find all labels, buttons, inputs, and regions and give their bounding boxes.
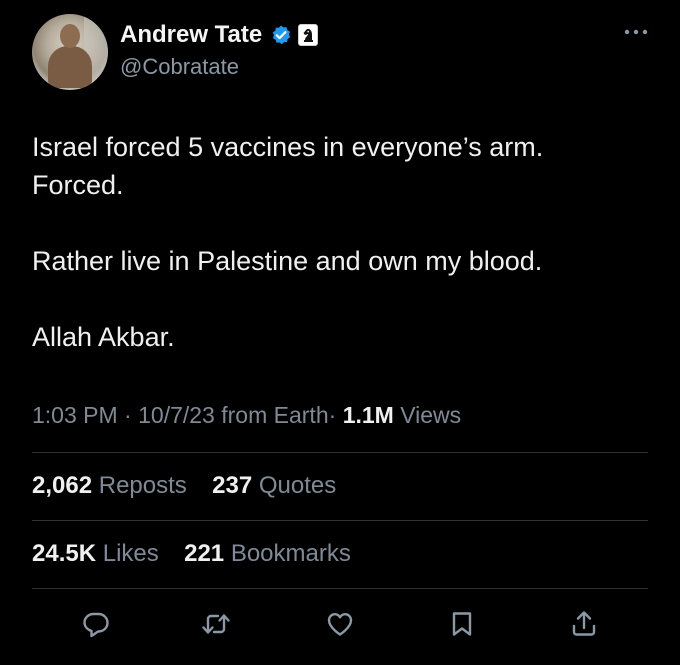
tweet-source: from Earth [221, 402, 329, 428]
tweet-paragraph: Israel forced 5 vaccines in everyone’s a… [32, 128, 642, 204]
author-name[interactable]: Andrew Tate [120, 21, 262, 49]
bookmark-button[interactable] [446, 608, 478, 640]
reply-icon [83, 612, 109, 638]
tweet-paragraph: Rather live in Palestine and own my bloo… [32, 242, 642, 280]
repost-button[interactable] [200, 608, 232, 640]
quotes-label: Quotes [258, 472, 337, 499]
quotes-count: 237 [212, 472, 253, 499]
divider [32, 588, 648, 589]
reposts-count: 2,062 [32, 472, 93, 499]
action-bar [80, 608, 600, 640]
share-button[interactable] [568, 608, 600, 640]
author-name-row: Andrew Tate [120, 20, 319, 50]
tweet-text: Israel forced 5 vaccines in everyone’s a… [32, 128, 642, 356]
author-handle[interactable]: @Cobratate [120, 54, 239, 80]
reposts-label: Reposts [98, 472, 187, 499]
tweet-line: Allah Akbar. [32, 322, 175, 352]
tweet-header: Andrew Tate @Cobratate [32, 14, 652, 90]
tweet-time[interactable]: 1:03 PM [32, 402, 118, 428]
tweet-line: Rather live in Palestine and own my bloo… [32, 246, 543, 276]
likes-link[interactable]: 24.5K Likes [32, 540, 165, 567]
quotes-link[interactable]: 237 Quotes [212, 472, 336, 499]
meta-separator: · [124, 402, 132, 428]
tweet-paragraph: Allah Akbar. [32, 318, 642, 356]
bookmark-icon [452, 612, 472, 636]
chess-knight-icon[interactable] [298, 24, 319, 46]
bookmarks-label: Bookmarks [230, 540, 351, 567]
tweet-meta: 1:03 PM · 10/7/23 from Earth· 1.1M Views [32, 402, 461, 429]
likes-count: 24.5K [32, 540, 97, 567]
repost-icon [202, 614, 230, 634]
views-label: Views [400, 402, 462, 428]
more-options-icon[interactable] [622, 26, 650, 38]
verified-badge-icon[interactable] [270, 24, 292, 46]
bookmarks-link[interactable]: 221 Bookmarks [184, 540, 351, 567]
repost-stats: 2,062 Reposts 237 Quotes [32, 472, 336, 500]
meta-separator: · [328, 402, 337, 428]
likes-label: Likes [102, 540, 159, 567]
bookmarks-count: 221 [184, 540, 225, 567]
avatar[interactable] [32, 14, 108, 90]
reply-button[interactable] [80, 608, 112, 640]
like-icon [327, 613, 353, 636]
like-button[interactable] [324, 608, 356, 640]
views-count: 1.1M [342, 402, 394, 428]
divider [32, 520, 648, 521]
share-icon [572, 611, 596, 636]
tweet-line: Israel forced 5 vaccines in everyone’s a… [32, 132, 544, 162]
tweet-line: Forced. [32, 170, 124, 200]
tweet-date[interactable]: 10/7/23 [138, 402, 215, 428]
reposts-link[interactable]: 2,062 Reposts [32, 472, 193, 499]
divider [32, 452, 648, 453]
like-stats: 24.5K Likes 221 Bookmarks [32, 540, 351, 568]
